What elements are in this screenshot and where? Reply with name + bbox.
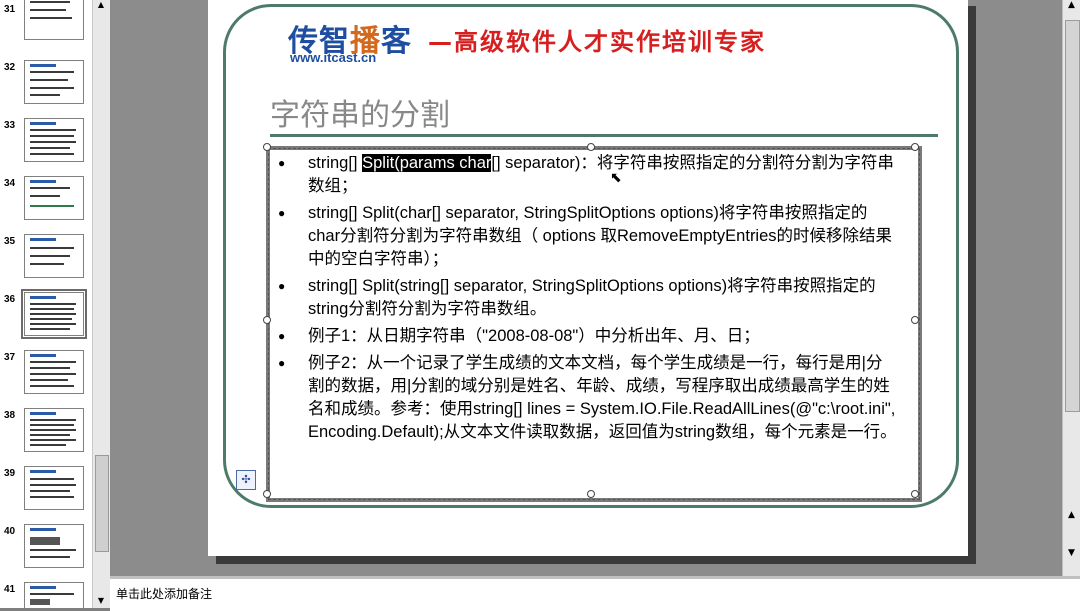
slide-thumbnail[interactable]: 37 (0, 350, 92, 402)
resize-handle[interactable] (263, 316, 271, 324)
slide-thumbnail-pane: 31 32 33 34 35 36 37 38 39 40 41 ▲ ▼ (0, 0, 110, 608)
selected-text[interactable]: Split(params char (362, 154, 492, 172)
resize-handle[interactable] (587, 490, 595, 498)
slide-number: 40 (4, 526, 16, 537)
thumbnail-preview (24, 0, 84, 40)
scrollbar-thumb[interactable] (1065, 20, 1080, 412)
slide-thumbnail[interactable]: 40 (0, 524, 92, 576)
bullet-item[interactable]: string[] Split(params char[] separator)：… (278, 152, 898, 198)
thumbnail-preview (24, 118, 84, 162)
slide-number: 36 (4, 294, 16, 305)
slide-number: 37 (4, 352, 16, 363)
slide-title[interactable]: 字符串的分割 (270, 90, 450, 134)
thumbnail-preview (24, 234, 84, 278)
slide-thumbnail[interactable]: 31 (0, 0, 92, 54)
scroll-up-arrow-icon[interactable]: ▲ (95, 0, 107, 10)
title-divider (270, 134, 938, 137)
resize-handle[interactable] (911, 490, 919, 498)
slide-number: 31 (4, 4, 16, 15)
main-vertical-scrollbar[interactable]: ▲ ▲ ▼ (1062, 0, 1080, 576)
slide-number: 38 (4, 410, 16, 421)
slide-number: 39 (4, 468, 16, 479)
slide-thumbnail[interactable]: 34 (0, 176, 92, 228)
thumbnail-preview (21, 289, 87, 339)
slide-editor-area: 传智播客 www.itcast.cn —高级软件人才实作培训专家 字符串的分割 … (110, 0, 1080, 576)
autofit-options-icon[interactable]: ✣ (236, 470, 256, 490)
slide-thumbnail-selected[interactable]: 36 (0, 289, 92, 344)
thumbnail-preview (24, 408, 84, 452)
slide-thumbnail[interactable]: 35 (0, 234, 92, 286)
bullet-list[interactable]: string[] Split(params char[] separator)：… (278, 152, 898, 448)
bullet-item[interactable]: 例子2：从一个记录了学生成绩的文本文档，每个学生成绩是一行，每行是用|分割的数据… (278, 352, 898, 444)
resize-handle[interactable] (911, 316, 919, 324)
next-slide-icon[interactable]: ▼ (1065, 548, 1078, 560)
mouse-cursor-icon: ⬉ (610, 170, 622, 186)
bullet-item[interactable]: string[] Split(char[] separator, StringS… (278, 202, 898, 271)
resize-handle[interactable] (911, 143, 919, 151)
thumbnail-preview (24, 524, 84, 568)
brand-slogan: —高级软件人才实作培训专家 (428, 28, 766, 56)
slide-number: 41 (4, 584, 16, 595)
slide-thumbnail[interactable]: 33 (0, 118, 92, 170)
bullet-item[interactable]: 例子1：从日期字符串（"2008-08-08"）中分析出年、月、日； (278, 325, 898, 348)
thumbnail-preview (24, 350, 84, 394)
thumbnail-preview (24, 60, 84, 104)
thumbnail-preview (24, 582, 84, 608)
thumbnail-scrollbar[interactable]: ▲ ▼ (92, 0, 110, 608)
scroll-down-arrow-icon[interactable]: ▼ (95, 596, 107, 606)
slide-number: 35 (4, 236, 16, 247)
scroll-up-arrow-icon[interactable]: ▲ (1065, 0, 1078, 12)
notes-placeholder[interactable]: 单击此处添加备注 (116, 585, 212, 602)
slide-thumbnail[interactable]: 41 (0, 582, 92, 608)
notes-pane[interactable]: 单击此处添加备注 (110, 576, 1080, 611)
previous-slide-icon[interactable]: ▲ (1065, 510, 1078, 522)
bullet-item[interactable]: string[] Split(string[] separator, Strin… (278, 275, 898, 321)
slide-thumbnail[interactable]: 38 (0, 408, 92, 460)
resize-handle[interactable] (263, 490, 271, 498)
thumbnail-preview (24, 466, 84, 510)
scrollbar-thumb[interactable] (95, 455, 109, 552)
slide-number: 33 (4, 120, 16, 131)
slide-number: 32 (4, 62, 16, 73)
thumbnail-preview (24, 176, 84, 220)
slide-thumbnail[interactable]: 32 (0, 60, 92, 112)
brand-url: www.itcast.cn (290, 50, 377, 65)
slide-canvas[interactable]: 传智播客 www.itcast.cn —高级软件人才实作培训专家 字符串的分割 … (208, 0, 968, 556)
resize-handle[interactable] (587, 143, 595, 151)
slide-number: 34 (4, 178, 16, 189)
resize-handle[interactable] (263, 143, 271, 151)
slide-thumbnail[interactable]: 39 (0, 466, 92, 518)
